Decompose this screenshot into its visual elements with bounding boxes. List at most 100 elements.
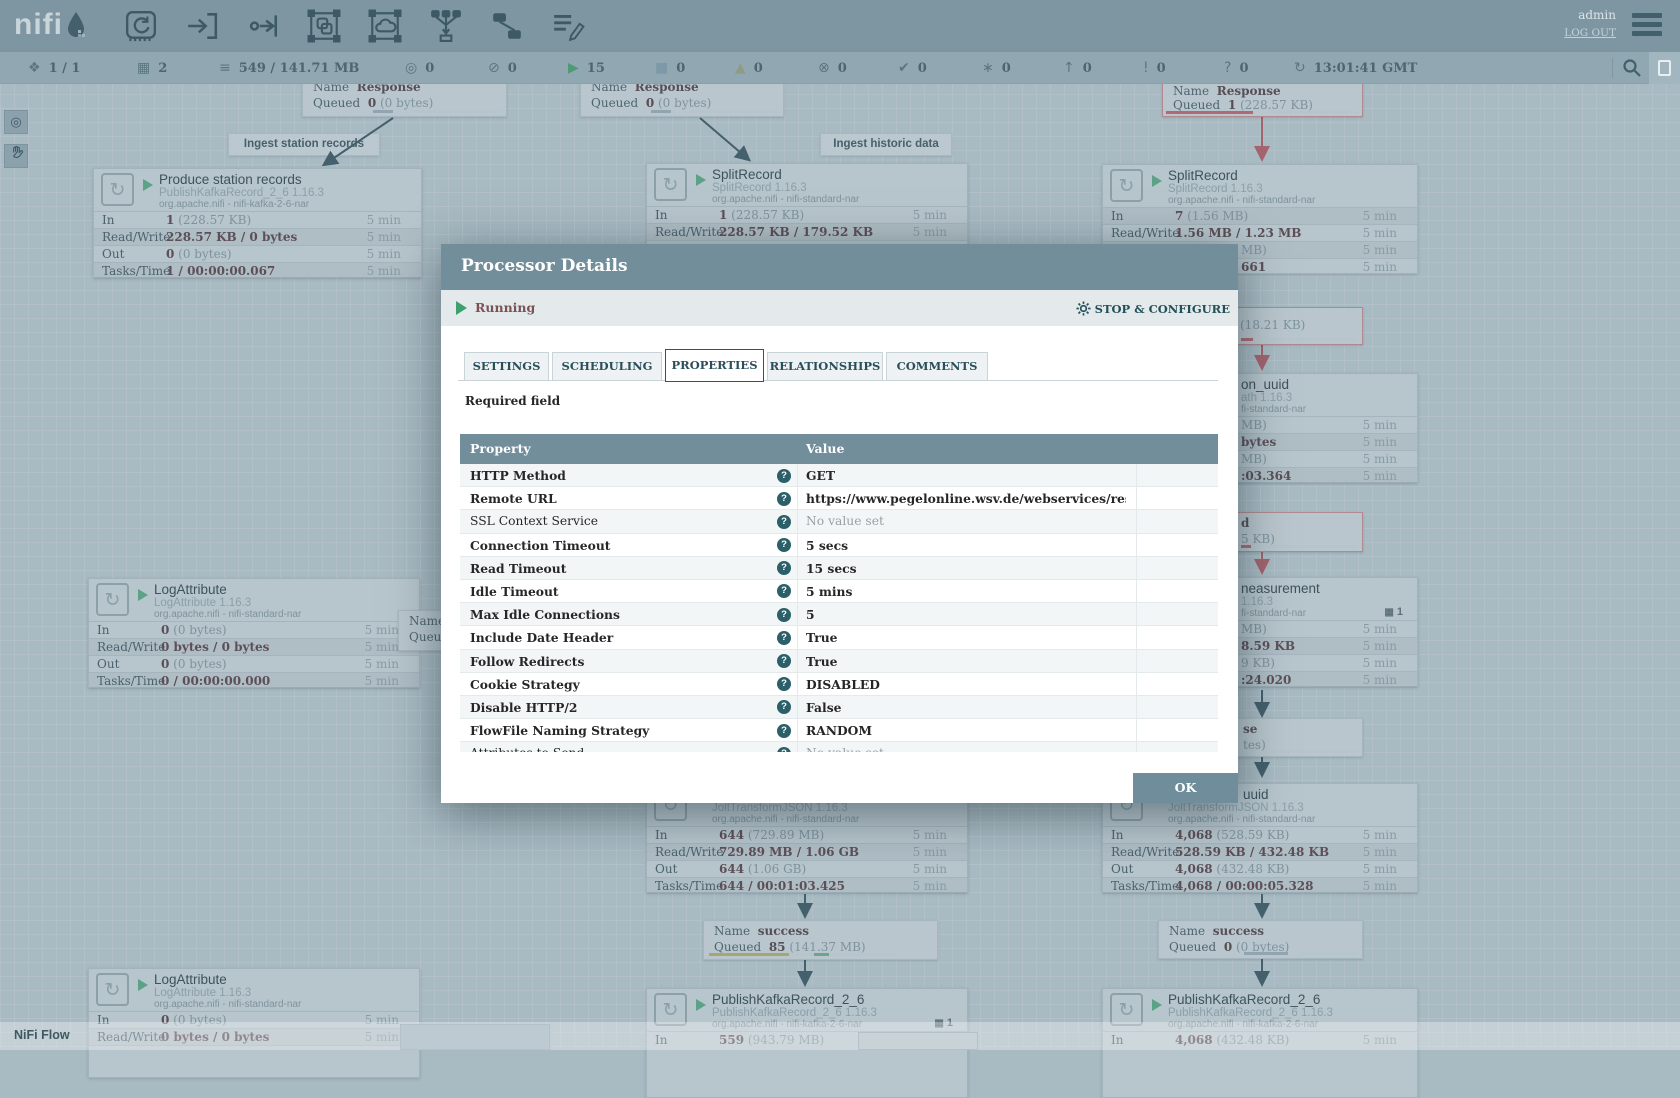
funnel-icon[interactable] <box>427 7 465 45</box>
tab-scheduling[interactable]: SCHEDULING <box>552 352 662 381</box>
processor-stat-row: In644 (729.89 MB)5 min <box>647 826 967 843</box>
status-item: ❖1 / 1 <box>28 52 80 84</box>
status-item: ↑0 <box>1063 52 1092 84</box>
processor-stat-row: Read/Write0 bytes / 0 bytes5 min <box>89 638 419 655</box>
status-item: ⊗0 <box>818 52 847 84</box>
processor-icon: ↻ <box>1110 169 1143 202</box>
help-icon[interactable]: ? <box>777 561 791 575</box>
running-icon <box>138 979 148 991</box>
processor-stat-row: Tasks/Time4,068 / 00:00:05.3285 min <box>1103 877 1417 894</box>
status-item: ?0 <box>1224 52 1248 84</box>
hand-icon <box>9 145 24 160</box>
component-toolbar <box>122 7 587 45</box>
stop-and-configure-button[interactable]: STOP & CONFIGURE <box>1076 300 1230 318</box>
tab-comments[interactable]: COMMENTS <box>886 352 988 381</box>
help-icon[interactable]: ? <box>777 700 791 714</box>
gear-icon <box>1076 301 1091 316</box>
help-icon[interactable]: ? <box>777 608 791 622</box>
processor-produce-station-records[interactable]: ↻ Produce station records PublishKafkaRe… <box>93 168 422 278</box>
status-item: ✔0 <box>898 52 927 84</box>
queue-label[interactable]: Name success Queued 85 (141.37 MB) <box>703 920 938 960</box>
processor-icon[interactable] <box>122 7 160 45</box>
processor-stat-row: In7 (1.56 MB)5 min <box>1103 207 1417 224</box>
help-icon[interactable]: ? <box>777 747 791 752</box>
processor-stat-row: Read/Write729.89 MB / 1.06 GB5 min <box>647 843 967 860</box>
properties-table-header: Property Value <box>460 434 1218 464</box>
grouped-count-badge: ▦1 <box>1384 606 1403 618</box>
processor-stat-row: Read/Write228.57 KB / 179.52 KB5 min <box>647 223 967 240</box>
dialog-header: Processor Details <box>441 244 1238 290</box>
navigate-palette-button[interactable]: ◎ <box>4 110 28 134</box>
processor-stat-row: Read/Write528.59 KB / 432.48 KB5 min <box>1103 843 1417 860</box>
label-icon[interactable] <box>549 7 587 45</box>
input-port-icon[interactable] <box>183 7 221 45</box>
property-row: Disable HTTP/2 ? False <box>460 696 1218 719</box>
breadcrumb[interactable]: NiFi Flow <box>14 1028 70 1042</box>
processor-stat-row: In0 (0 bytes)5 min <box>89 621 419 638</box>
processor-stat-row: Tasks/Time644 / 00:01:03.4255 min <box>647 877 967 894</box>
current-user: admin <box>1564 8 1616 22</box>
panel-icon <box>1658 60 1671 76</box>
processor-stat-row: Read/Write1.56 MB / 1.23 MB5 min <box>1103 224 1417 241</box>
grid-icon: ▦ <box>1384 607 1393 618</box>
ok-button[interactable]: OK <box>1133 773 1238 803</box>
global-menu-button[interactable] <box>1632 13 1662 40</box>
running-icon <box>696 999 706 1011</box>
processor-logattribute[interactable]: ↻ LogAttribute LogAttribute 1.16.3 org.a… <box>88 578 420 688</box>
help-icon[interactable]: ? <box>777 469 791 483</box>
help-icon[interactable]: ? <box>777 538 791 552</box>
dialog-title: Processor Details <box>461 256 628 276</box>
processor-stat-row: Tasks/Time0 / 00:00:00.0005 min <box>89 672 419 689</box>
help-icon[interactable]: ? <box>777 724 791 738</box>
processor-icon: ↻ <box>96 973 129 1006</box>
refresh-icon: ↻ <box>1294 60 1306 76</box>
queue-label[interactable]: Name success Queued 0 (0 bytes) <box>1158 920 1363 959</box>
status-item: ▲0 <box>735 52 763 84</box>
app-header: nifi admin LOG OUT <box>0 0 1680 52</box>
tab-settings[interactable]: SETTINGS <box>464 352 549 381</box>
property-row: Idle Timeout ? 5 mins <box>460 580 1218 603</box>
operate-palette-button[interactable] <box>4 144 28 168</box>
search-button[interactable] <box>1622 58 1642 83</box>
property-row: SSL Context Service ? No value set <box>460 510 1218 533</box>
processor-stat-row: Out0 (0 bytes)5 min <box>89 655 419 672</box>
canvas-label[interactable]: Ingest station records <box>228 133 380 156</box>
template-icon[interactable] <box>488 7 526 45</box>
output-port-icon[interactable] <box>244 7 282 45</box>
help-icon[interactable]: ? <box>777 677 791 691</box>
property-row: Max Idle Connections ? 5 <box>460 603 1218 626</box>
nifi-drop-icon <box>65 10 87 40</box>
run-state-label: Running <box>475 300 535 315</box>
help-icon[interactable]: ? <box>777 584 791 598</box>
property-row: Follow Redirects ? True <box>460 650 1218 673</box>
tab-properties[interactable]: PROPERTIES <box>665 349 764 382</box>
help-icon[interactable]: ? <box>777 515 791 529</box>
property-row: HTTP Method ? GET <box>460 464 1218 487</box>
processor-details-dialog: Processor Details Running STOP & CONFIGU… <box>441 244 1238 803</box>
logout-link[interactable]: LOG OUT <box>1564 27 1616 39</box>
queue-label[interactable]: Name Response Queued 1 (228.57 KB) <box>1162 82 1363 117</box>
help-icon[interactable]: ? <box>777 654 791 668</box>
process-group-icon[interactable] <box>305 7 343 45</box>
last-refresh[interactable]: ↻13:01:41 GMT <box>1294 52 1417 84</box>
column-property: Property <box>470 441 531 456</box>
processor-status-row: Running STOP & CONFIGURE <box>441 290 1238 326</box>
processor-icon: ↻ <box>654 168 687 201</box>
property-row: Include Date Header ? True <box>460 626 1218 649</box>
help-icon[interactable]: ? <box>777 492 791 506</box>
help-icon[interactable]: ? <box>777 631 791 645</box>
status-item: ∗0 <box>982 52 1011 84</box>
tab-relationships[interactable]: RELATIONSHIPS <box>767 352 883 381</box>
running-icon <box>696 174 706 186</box>
panel-toggle-button[interactable] <box>1649 52 1680 84</box>
status-item: ▶15 <box>568 52 605 84</box>
processor-icon: ↻ <box>96 583 129 616</box>
running-icon <box>1152 999 1162 1011</box>
breadcrumb-bar: NiFi Flow <box>0 1022 1680 1050</box>
column-value: Value <box>806 441 844 456</box>
canvas-label[interactable]: Ingest historic data <box>820 133 952 156</box>
navigate-icon: ◎ <box>10 114 21 129</box>
processor-icon: ↻ <box>101 173 134 206</box>
remote-process-group-icon[interactable] <box>366 7 404 45</box>
properties-table: HTTP Method ? GET Remote URL ? https://w… <box>460 464 1218 752</box>
